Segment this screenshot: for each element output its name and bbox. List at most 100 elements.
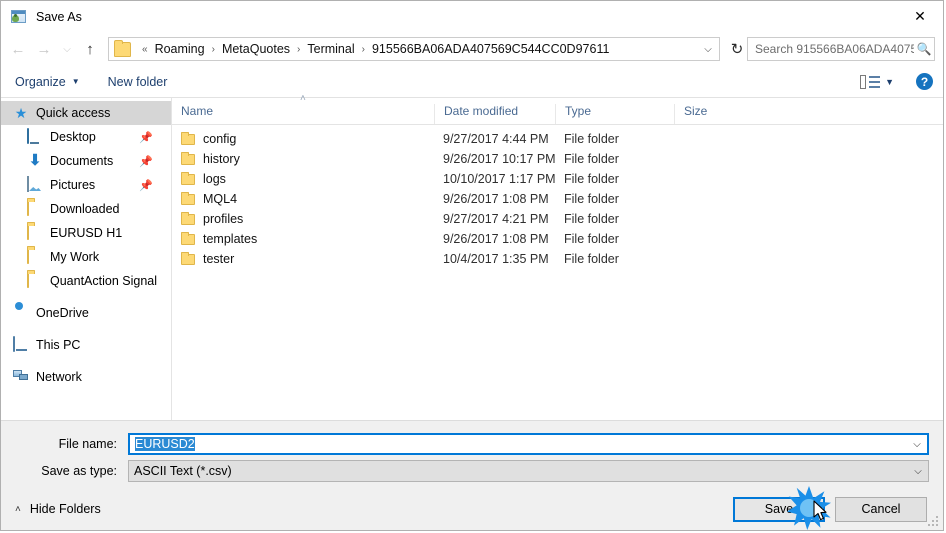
pin-icon[interactable]: 📌	[139, 131, 153, 144]
breadcrumb-item-2[interactable]: Terminal	[305, 42, 356, 56]
file-name-label: profiles	[203, 212, 244, 226]
save-as-type-label: Save as type:	[41, 464, 117, 478]
folder-icon	[27, 248, 43, 265]
file-name-label: tester	[203, 252, 235, 266]
column-header-size[interactable]: Size	[674, 104, 754, 124]
sidebar-item-label: Pictures	[50, 178, 96, 192]
save-as-type-select[interactable]: ASCII Text (*.csv) ⌵	[128, 460, 929, 482]
breadcrumb-item-0[interactable]: Roaming	[153, 42, 207, 56]
folder-icon	[27, 224, 43, 241]
view-options-caret-icon[interactable]: ▼	[885, 77, 894, 87]
chevron-down-icon[interactable]: ⌵	[697, 44, 719, 55]
up-button[interactable]: ↑	[77, 36, 103, 62]
sidebar-item-quick-access[interactable]: ★ Quick access	[1, 101, 171, 125]
folder-icon	[27, 272, 43, 289]
folder-icon	[181, 172, 195, 185]
file-date-cell: 9/26/2017 10:17 PM	[443, 152, 555, 166]
sidebar-item-quantaction-signal[interactable]: QuantAction Signal	[1, 269, 171, 293]
forward-button[interactable]: →	[31, 36, 57, 62]
recent-locations-button[interactable]: ⌵	[57, 36, 77, 62]
file-name-label: File name:	[58, 437, 117, 451]
file-type-cell: File folder	[564, 152, 619, 166]
documents-icon: ⬇	[28, 152, 42, 169]
folder-icon	[181, 192, 195, 205]
file-name-cell: logs	[172, 172, 434, 186]
chevron-down-icon: ▼	[71, 77, 80, 86]
breadcrumb-separator: ›	[297, 43, 301, 55]
column-header-row: ˄ Name Date modified Type Size	[172, 93, 943, 125]
sidebar-item-this-pc[interactable]: This PC	[1, 333, 171, 357]
column-header-name[interactable]: ˄ Name	[172, 93, 434, 124]
star-icon: ★	[14, 105, 28, 121]
file-name-value: EURUSD2	[130, 437, 907, 451]
hide-folders-button[interactable]: ˄ Hide Folders	[15, 502, 101, 516]
file-date-cell: 10/10/2017 1:17 PM	[443, 172, 555, 186]
file-type-cell: File folder	[564, 212, 619, 226]
chevron-down-icon[interactable]: ⌵	[907, 439, 927, 450]
folder-icon	[181, 132, 195, 145]
sidebar-item-documents[interactable]: ⬇ Documents 📌	[1, 149, 171, 173]
save-as-dialog: Save As ✕ ← → ⌵ ↑ « Roaming › MetaQuotes…	[0, 0, 944, 531]
sidebar-item-onedrive[interactable]: OneDrive	[1, 301, 171, 325]
refresh-icon[interactable]: ↻	[727, 36, 747, 62]
sidebar-item-downloaded[interactable]: Downloaded	[1, 197, 171, 221]
sidebar-item-label: Desktop	[50, 130, 96, 144]
sidebar-item-network[interactable]: Network	[1, 365, 171, 389]
organize-button[interactable]: Organize ▼	[15, 75, 80, 89]
file-name-input[interactable]: EURUSD2 ⌵	[128, 433, 929, 455]
help-button[interactable]: ?	[916, 73, 933, 90]
table-row[interactable]: profiles 9/27/2017 4:21 PM File folder	[172, 209, 943, 229]
address-bar[interactable]: « Roaming › MetaQuotes › Terminal › 9155…	[108, 37, 720, 61]
file-name-label: config	[203, 132, 237, 146]
file-name-label: templates	[203, 232, 258, 246]
breadcrumb-item-1[interactable]: MetaQuotes	[220, 42, 292, 56]
cancel-button[interactable]: Cancel	[835, 496, 927, 522]
navigation-pane: ★ Quick access Desktop 📌 ⬇ Documents 📌 P…	[1, 98, 172, 420]
sidebar-item-my-work[interactable]: My Work	[1, 245, 171, 269]
table-row[interactable]: templates 9/26/2017 1:08 PM File folder	[172, 229, 943, 249]
sidebar-item-label: Quick access	[36, 106, 111, 120]
file-type-cell: File folder	[564, 172, 619, 186]
file-date-cell: 9/27/2017 4:21 PM	[443, 212, 549, 226]
pin-icon[interactable]: 📌	[139, 155, 153, 168]
column-header-label: Type	[565, 104, 592, 118]
sidebar-item-label: QuantAction Signal	[50, 274, 158, 288]
network-icon	[13, 369, 29, 385]
table-row[interactable]: logs 10/10/2017 1:17 PM File folder	[172, 169, 943, 189]
save-button[interactable]: Save	[733, 496, 825, 522]
sidebar-item-eurusd-h1[interactable]: EURUSD H1	[1, 221, 171, 245]
pin-icon[interactable]: 📌	[139, 179, 153, 192]
table-row[interactable]: history 9/26/2017 10:17 PM File folder	[172, 149, 943, 169]
resize-grip[interactable]	[928, 516, 940, 528]
title-bar: Save As ✕	[1, 1, 943, 32]
column-header-type[interactable]: Type	[555, 104, 674, 124]
sidebar-item-desktop[interactable]: Desktop 📌	[1, 125, 171, 149]
command-bar: Organize ▼ New folder ▼ ?	[1, 66, 943, 98]
breadcrumb-separator: ›	[211, 43, 215, 55]
back-button[interactable]: ←	[5, 36, 31, 62]
chevron-down-icon[interactable]: ⌵	[908, 466, 928, 477]
table-row[interactable]: tester 10/4/2017 1:35 PM File folder	[172, 249, 943, 269]
onedrive-icon	[13, 305, 29, 321]
save-as-type-value: ASCII Text (*.csv)	[134, 464, 232, 478]
breadcrumb-overflow[interactable]: «	[137, 44, 153, 55]
table-row[interactable]: MQL4 9/26/2017 1:08 PM File folder	[172, 189, 943, 209]
pictures-icon	[27, 176, 43, 193]
breadcrumb-item-3[interactable]: 915566BA06ADA407569C544CC0D97611	[370, 42, 611, 56]
folder-icon	[181, 232, 195, 245]
file-name-label: MQL4	[203, 192, 238, 206]
column-header-date-modified[interactable]: Date modified	[434, 104, 555, 124]
search-input[interactable]: Search 915566BA06ADA40756... 🔍	[747, 37, 935, 61]
view-options-icon[interactable]	[860, 74, 881, 89]
search-icon[interactable]: 🔍	[914, 42, 934, 56]
new-folder-button[interactable]: New folder	[108, 75, 168, 89]
file-date-cell: 9/26/2017 1:08 PM	[443, 192, 549, 206]
folder-icon	[27, 200, 43, 217]
close-icon[interactable]: ✕	[897, 1, 943, 31]
file-date-cell: 9/27/2017 4:44 PM	[443, 132, 549, 146]
folder-icon	[181, 212, 195, 225]
sidebar-item-label: Network	[36, 370, 82, 384]
table-row[interactable]: config 9/27/2017 4:44 PM File folder	[172, 129, 943, 149]
window-title: Save As	[36, 9, 82, 24]
sidebar-item-pictures[interactable]: Pictures 📌	[1, 173, 171, 197]
